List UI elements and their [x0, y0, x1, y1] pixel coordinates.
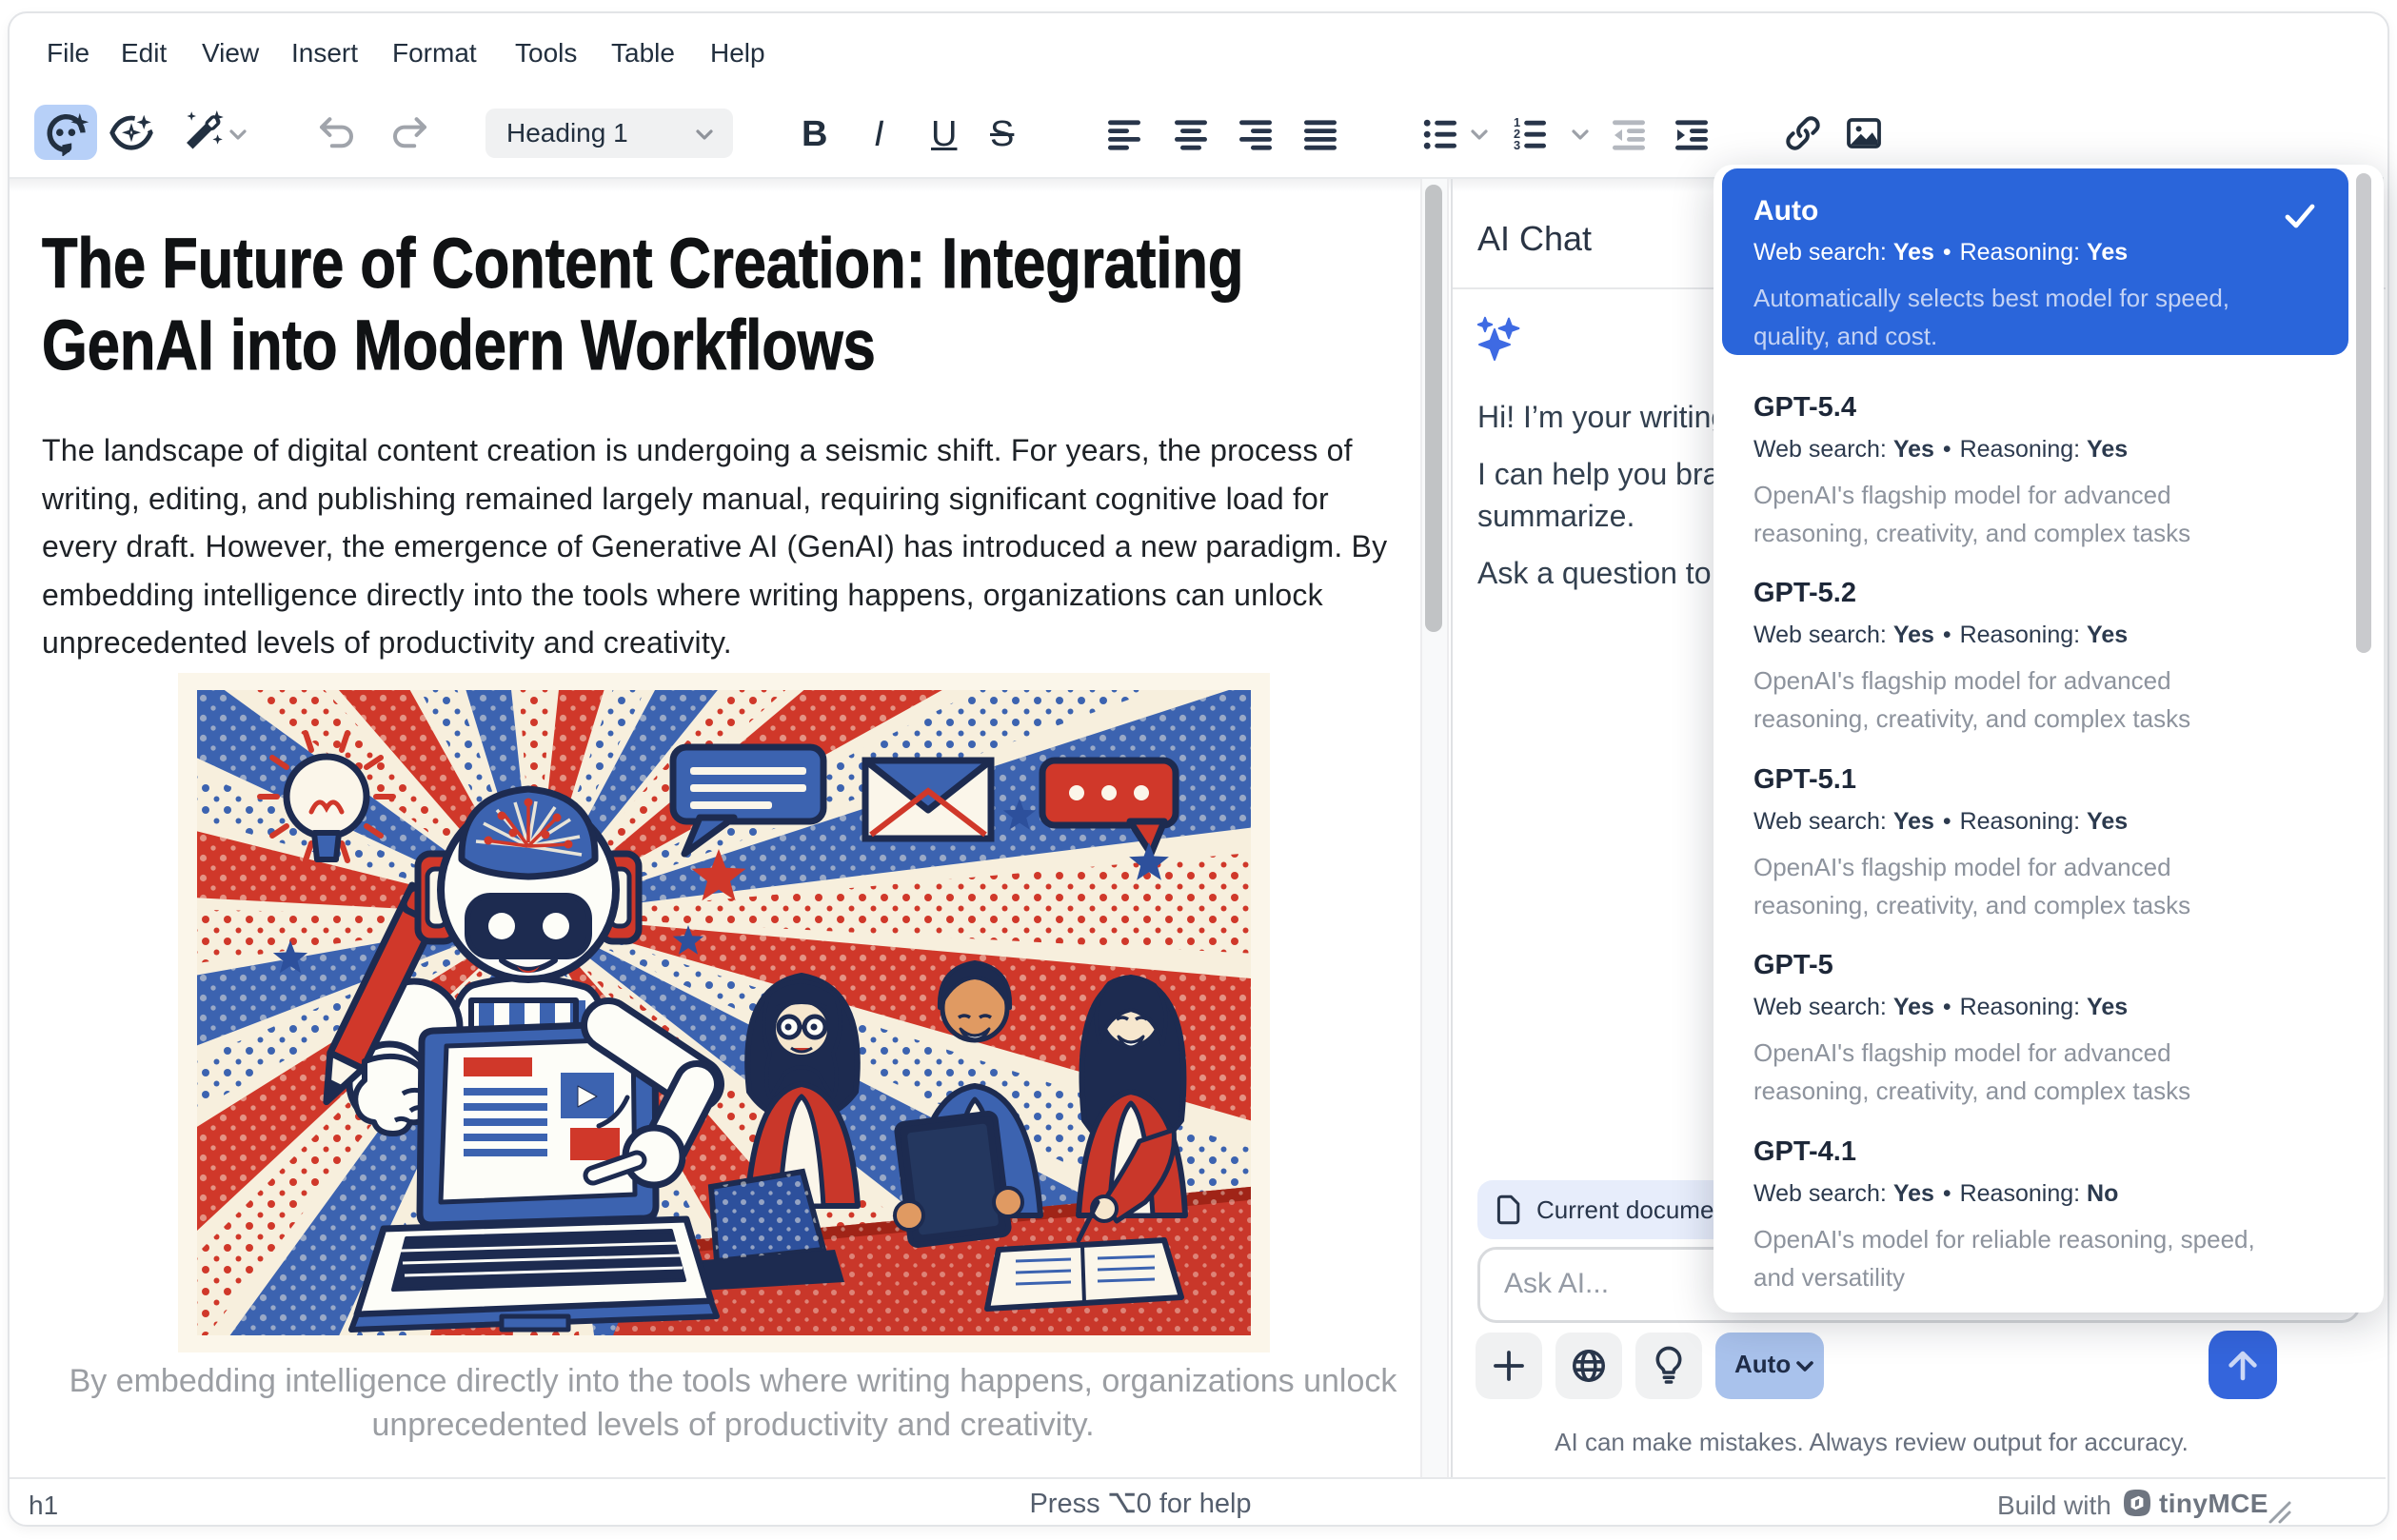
svg-text:3: 3 [1514, 138, 1520, 152]
